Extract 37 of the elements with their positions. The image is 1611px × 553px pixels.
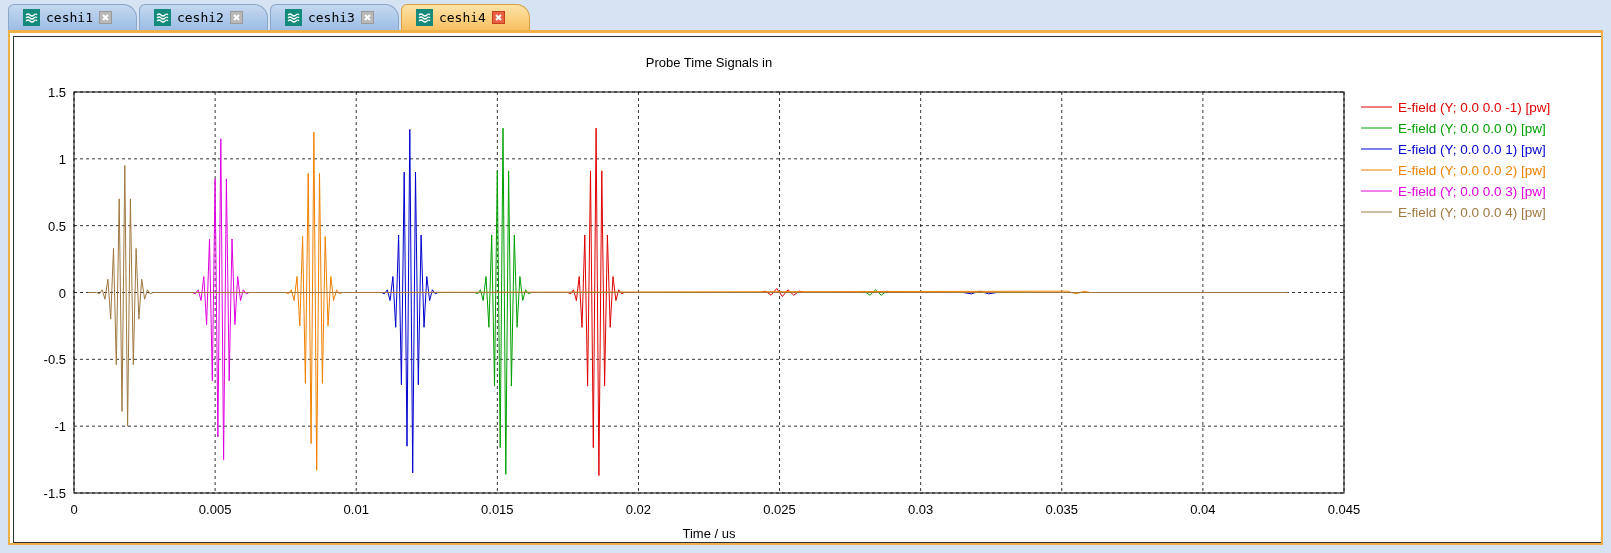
wave-icon [284, 9, 302, 26]
x-axis-title: Time / us [682, 526, 736, 539]
legend-label: E-field (Y; 0.0 0.0 3) [pw] [1398, 184, 1546, 199]
x-tick-label: 0.02 [625, 502, 652, 517]
wave-icon [153, 9, 171, 26]
legend-label: E-field (Y; 0.0 0.0 4) [pw] [1398, 205, 1546, 220]
x-tick-label: 0.03 [908, 502, 934, 517]
y-tick-label: -1.5 [43, 486, 66, 501]
x-tick-label: 0.04 [1190, 502, 1216, 517]
wave-icon [23, 9, 40, 26]
legend-label: E-field (Y; 0.0 0.0 2) [pw] [1398, 163, 1546, 178]
close-icon[interactable] [360, 11, 374, 24]
x-tick-label: 0.015 [481, 502, 514, 517]
wave-icon [415, 9, 433, 26]
tab[interactable]: ceshi1 [8, 4, 137, 30]
x-tick-label: 0.035 [1045, 502, 1079, 517]
tab[interactable]: ceshi2 [138, 4, 268, 30]
y-tick-label: 0.5 [47, 218, 66, 234]
close-icon[interactable] [229, 11, 243, 24]
x-tick-label: 0.045 [1327, 502, 1361, 517]
y-tick-label: -0.5 [43, 352, 66, 368]
legend-label: E-field (Y; 0.0 0.0 0) [pw] [1398, 121, 1546, 136]
y-tick-label: 1.5 [47, 85, 66, 100]
close-icon[interactable] [491, 11, 505, 24]
tab[interactable]: ceshi4 [400, 4, 530, 30]
y-tick-label: 1 [58, 151, 66, 167]
chart-title: Probe Time Signals in [645, 55, 773, 70]
y-tick-label: 0 [58, 285, 66, 301]
tab[interactable]: ceshi3 [269, 4, 399, 30]
legend-label: E-field (Y; 0.0 0.0 -1) [pw] [1398, 100, 1551, 115]
x-tick-label: 0.005 [198, 502, 232, 517]
x-tick-label: 0.01 [343, 502, 369, 517]
y-tick-label: -1 [54, 419, 66, 435]
close-icon[interactable] [98, 11, 112, 24]
x-tick-label: 0 [70, 502, 78, 517]
legend-label: E-field (Y; 0.0 0.0 1) [pw] [1398, 142, 1546, 157]
x-tick-label: 0.025 [763, 502, 796, 517]
